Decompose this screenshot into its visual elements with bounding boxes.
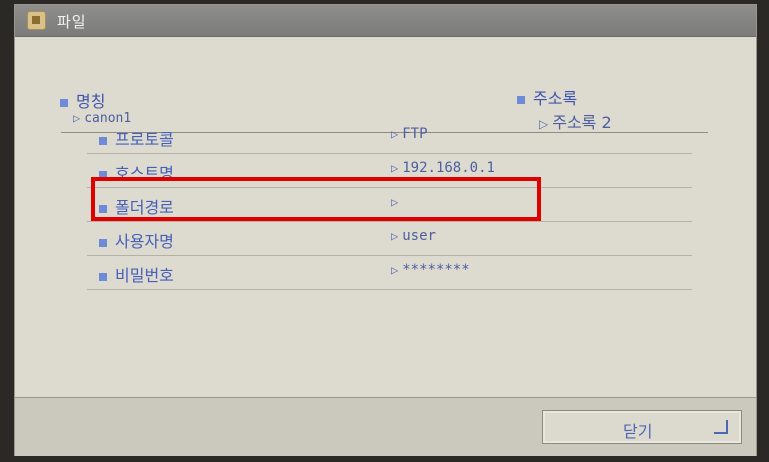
bullet-icon (517, 95, 525, 104)
field-value-wrap: ▷ ******** (391, 262, 470, 278)
password-label: 비밀번호 (115, 266, 174, 285)
addressbook-section: 주소록 (517, 85, 577, 109)
footer-bar: 닫기 (15, 397, 756, 456)
detail-panel: 명칭 ▷ canon1 주소록 ▷ 주소록 2 프로토콜 ▷ FTP 호스트명 ▷ 19… (15, 37, 756, 397)
enter-icon (714, 420, 728, 434)
username-value: user (402, 228, 436, 244)
username-label: 사용자명 (115, 232, 174, 251)
row-username: 사용자명 ▷ user (87, 222, 692, 256)
row-password: 비밀번호 ▷ ******** (87, 256, 692, 290)
arrow-icon: ▷ (391, 229, 399, 243)
close-button-label: 닫기 (623, 422, 653, 441)
close-button[interactable]: 닫기 (542, 410, 742, 444)
arrow-icon: ▷ (73, 111, 81, 125)
bullet-icon (60, 98, 68, 107)
screen: 파일 명칭 ▷ canon1 주소록 ▷ 주소록 2 프로토콜 ▷ FTP 호스트명 … (14, 4, 757, 456)
field-value-wrap: ▷ FTP (391, 126, 428, 142)
hostname-highlight-box (91, 177, 541, 221)
protocol-value: FTP (402, 126, 428, 142)
field-label-wrap: 사용자명 (99, 228, 174, 252)
field-label-wrap: 프로토콜 (99, 126, 174, 150)
bullet-icon (99, 136, 107, 145)
titlebar: 파일 (15, 5, 756, 37)
field-label-wrap: 비밀번호 (99, 262, 174, 286)
file-icon (27, 11, 46, 30)
arrow-icon: ▷ (391, 127, 399, 141)
addressbook-label: 주소록 (533, 89, 578, 108)
arrow-icon: ▷ (391, 161, 399, 175)
row-divider (87, 289, 692, 290)
arrow-icon: ▷ (391, 263, 399, 277)
bullet-icon (99, 272, 107, 281)
hostname-value: 192.168.0.1 (402, 160, 495, 176)
field-value-wrap: ▷ 192.168.0.1 (391, 160, 495, 176)
password-value: ******** (402, 262, 470, 278)
bullet-icon (99, 238, 107, 247)
name-label: 명칭 (76, 92, 106, 111)
row-protocol: 프로토콜 ▷ FTP (87, 120, 692, 154)
protocol-label: 프로토콜 (115, 130, 174, 149)
window-title: 파일 (57, 13, 87, 31)
field-value-wrap: ▷ user (391, 228, 436, 244)
name-section: 명칭 (60, 88, 105, 112)
